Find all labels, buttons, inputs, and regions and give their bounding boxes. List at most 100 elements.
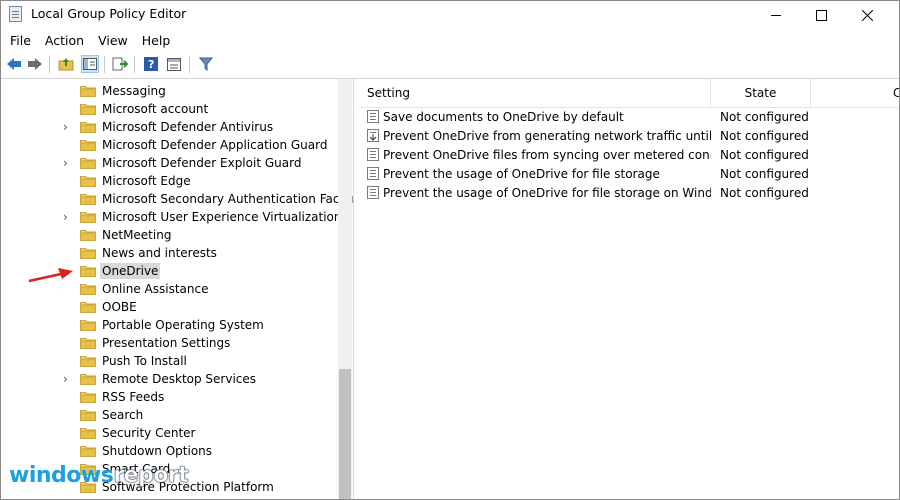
export-list-icon <box>112 57 128 71</box>
setting-row[interactable]: Prevent the usage of OneDrive for file s… <box>359 184 899 203</box>
tree-item[interactable]: Microsoft account <box>1 100 337 118</box>
folder-icon <box>80 320 96 331</box>
forward-button[interactable] <box>26 55 44 73</box>
setting-state: Not configured <box>720 186 809 200</box>
window-title: Local Group Policy Editor <box>31 6 187 21</box>
menu-bar: File Action View Help <box>1 29 899 51</box>
tree-item[interactable]: Security Center <box>1 424 337 442</box>
tree-item[interactable]: › Microsoft Defender Exploit Guard <box>1 154 337 172</box>
filter-button[interactable] <box>197 55 215 73</box>
policy-icon <box>367 186 379 199</box>
tree-item-label: News and interests <box>102 246 217 260</box>
close-button[interactable] <box>844 1 890 29</box>
tree-item-label: Remote Desktop Services <box>102 372 257 386</box>
tree-item-label: Presentation Settings <box>102 336 231 350</box>
folder-icon <box>80 194 96 205</box>
tree-item[interactable]: News and interests <box>1 244 337 262</box>
tree-item-label: RSS Feeds <box>102 390 165 404</box>
folder-icon <box>80 104 96 115</box>
tree-item[interactable]: NetMeeting <box>1 226 337 244</box>
folder-icon <box>80 248 96 259</box>
menu-help[interactable]: Help <box>135 33 178 48</box>
tree-item-label: Security Center <box>102 426 196 440</box>
setting-row[interactable]: Prevent the usage of OneDrive for file s… <box>359 165 899 184</box>
tree-item[interactable]: Presentation Settings <box>1 334 337 352</box>
up-folder-icon <box>58 58 74 71</box>
folder-icon <box>80 374 96 385</box>
folder-icon <box>80 446 96 457</box>
column-header-setting[interactable]: Setting <box>359 79 711 107</box>
folder-icon <box>80 140 96 151</box>
folder-icon <box>80 176 96 187</box>
tree-item[interactable]: › Microsoft User Experience Virtualizatio… <box>1 208 342 226</box>
tree-item-label: Microsoft account <box>102 102 209 116</box>
tree-item[interactable]: Microsoft Secondary Authentication Facto… <box>1 190 353 208</box>
export-list-button[interactable] <box>111 55 129 73</box>
tree-item-label: Shutdown Options <box>102 444 213 458</box>
close-icon <box>861 9 873 21</box>
tree-item[interactable]: OOBE <box>1 298 337 316</box>
tree-item[interactable]: Messaging <box>1 82 337 100</box>
tree-item-label: Online Assistance <box>102 282 209 296</box>
menu-view[interactable]: View <box>91 33 135 48</box>
minimize-button[interactable] <box>753 1 799 29</box>
tree-scrollbar[interactable] <box>338 79 352 499</box>
show-hide-tree-icon <box>83 58 97 70</box>
chevron-right-icon[interactable]: › <box>63 121 68 133</box>
policy-icon <box>367 110 379 123</box>
title-bar: Local Group Policy Editor <box>1 1 899 29</box>
tree-item-label: NetMeeting <box>102 228 172 242</box>
folder-icon <box>80 356 96 367</box>
tree-item-label: Portable Operating System <box>102 318 264 332</box>
settings-pane: Setting State Comment Save documents to … <box>359 79 899 499</box>
chevron-right-icon[interactable]: › <box>63 157 68 169</box>
menu-action[interactable]: Action <box>38 33 91 48</box>
chevron-right-icon[interactable]: › <box>63 373 68 385</box>
folder-icon <box>80 266 96 277</box>
app-window: Local Group Policy Editor File Action Vi… <box>0 0 900 500</box>
watermark-part-report: report <box>113 463 189 489</box>
folder-icon <box>80 302 96 313</box>
folder-icon <box>80 158 96 169</box>
tree-scroll-thumb[interactable] <box>339 369 351 499</box>
red-arrow-annotation <box>28 268 73 283</box>
folder-icon <box>80 86 96 97</box>
column-header-comment[interactable]: Comment <box>885 79 899 107</box>
tree-item[interactable]: RSS Feeds <box>1 388 337 406</box>
up-folder-button[interactable] <box>57 55 75 73</box>
setting-row[interactable]: Prevent OneDrive files from syncing over… <box>359 146 899 165</box>
tree-item-label: OneDrive <box>100 263 161 279</box>
maximize-icon <box>815 9 827 21</box>
tree-item-label: OOBE <box>102 300 137 314</box>
tree-item[interactable]: › Microsoft Defender Antivirus <box>1 118 337 136</box>
policy-icon <box>367 167 379 180</box>
tree-item[interactable]: Microsoft Edge <box>1 172 337 190</box>
maximize-button[interactable] <box>798 1 844 29</box>
setting-state: Not configured <box>720 110 809 124</box>
folder-icon <box>80 428 96 439</box>
tree-item[interactable]: › Remote Desktop Services <box>1 370 337 388</box>
list-header: Setting State Comment <box>359 79 899 108</box>
tree-item[interactable]: Microsoft Defender Application Guard <box>1 136 337 154</box>
tree-item[interactable]: Portable Operating System <box>1 316 337 334</box>
tree-item[interactable]: Push To Install <box>1 352 337 370</box>
setting-row[interactable]: Prevent OneDrive from generating network… <box>359 127 899 146</box>
chevron-right-icon[interactable]: › <box>63 211 68 223</box>
forward-icon <box>28 58 42 70</box>
tree-item[interactable]: Shutdown Options <box>1 442 337 460</box>
setting-row[interactable]: Save documents to OneDrive by default Not… <box>359 108 899 127</box>
tree-pane[interactable]: Messaging Microsoft account › Microsoft Def… <box>1 79 354 499</box>
properties-button[interactable] <box>165 55 183 73</box>
tree-item-label: Push To Install <box>102 354 187 368</box>
help-icon: ? <box>144 57 158 71</box>
tree-item-label: Microsoft Defender Application Guard <box>102 138 328 152</box>
back-button[interactable] <box>5 55 23 73</box>
tree-item[interactable]: Search <box>1 406 337 424</box>
show-hide-tree-button[interactable] <box>81 55 99 73</box>
windowsreport-watermark: windowsreport <box>9 463 189 489</box>
column-header-state[interactable]: State <box>711 79 811 107</box>
toolbar: ? <box>1 52 899 79</box>
group-policy-app-icon <box>9 6 22 22</box>
menu-file[interactable]: File <box>1 33 38 48</box>
help-button[interactable]: ? <box>142 55 160 73</box>
